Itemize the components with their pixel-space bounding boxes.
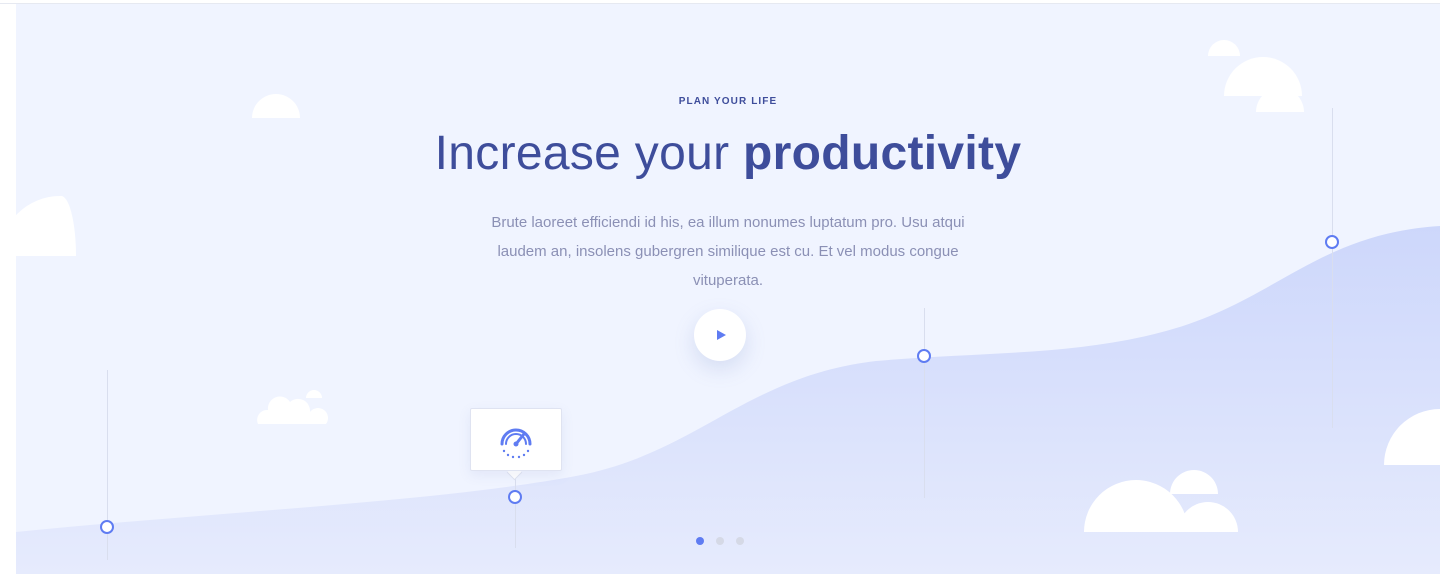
play-icon (717, 330, 726, 340)
cloud-shape-small-left (257, 390, 328, 424)
headline-bold-text: productivity (743, 127, 1022, 180)
slider-dot-2[interactable] (716, 537, 724, 545)
slider-dot-1[interactable] (696, 537, 704, 545)
hero-section: PLAN YOUR LIFE Increase your productivit… (16, 4, 1440, 574)
play-video-button[interactable] (694, 309, 746, 361)
timeline-node-2[interactable] (508, 490, 522, 504)
cloud-shape-left-large (16, 195, 76, 256)
hero-description: Brute laoreet efficiendi id his, ea illu… (491, 214, 965, 289)
cloud-shape-right-edge (1384, 409, 1440, 465)
hero-eyebrow: PLAN YOUR LIFE (678, 96, 778, 107)
guide-line-3 (924, 308, 925, 498)
headline-light-text: Increase your (434, 127, 730, 180)
cloud-shape-bottom-right (1084, 470, 1238, 532)
timeline-node-1[interactable] (100, 520, 114, 534)
timeline-node-4[interactable] (1325, 235, 1339, 249)
slider-dot-3[interactable] (736, 537, 744, 545)
timeline-node-3[interactable] (917, 349, 931, 363)
feature-card[interactable] (470, 408, 562, 471)
speedometer-icon (500, 428, 532, 459)
hero-headline: Increase your productivity (16, 126, 1440, 181)
guide-line-2 (515, 470, 516, 548)
